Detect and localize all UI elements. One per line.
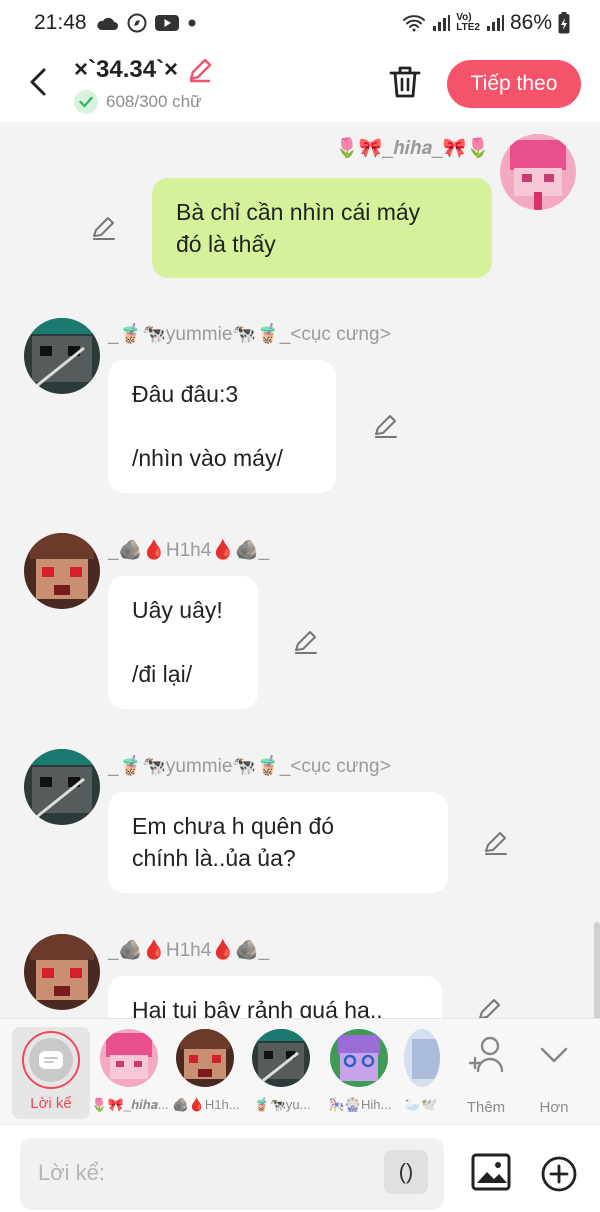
scrollbar[interactable]: [594, 922, 600, 1018]
plus-circle-icon: [541, 1156, 577, 1192]
network-lte: LTE2: [456, 22, 480, 33]
avatar: [330, 1029, 388, 1087]
message-sender: _🪨🩸H1h4🩸🪨_: [108, 940, 270, 961]
status-bar: 21:48 Vo) LTE2 86%: [0, 0, 600, 46]
character-name: 🦢🕊️: [404, 1097, 438, 1112]
more-button[interactable]: Hơn: [524, 1029, 584, 1119]
message-sender: _🧋🐄yummie🐄🧋_<cục cưng>: [108, 324, 391, 345]
message-icon: [39, 1051, 63, 1069]
title-area: ×`34.34`× 608/300 chữ: [74, 56, 214, 114]
add-label: Thêm: [466, 1099, 506, 1116]
avatar: [252, 1029, 310, 1087]
next-button[interactable]: Tiếp theo: [447, 60, 581, 108]
pencil-icon: [375, 415, 397, 438]
avatar[interactable]: [500, 134, 576, 210]
chat-area[interactable]: 🌷🎀_𝒉𝒊𝒉𝒂_🎀🌷 Bà chỉ cần nhìn cái máy đó là…: [0, 122, 600, 1018]
image-icon: [471, 1153, 511, 1191]
pencil-icon: [93, 217, 115, 240]
avatar: [176, 1029, 234, 1087]
notification-dot-icon: [187, 18, 197, 28]
character-name: 🧋🐄yu...: [253, 1097, 311, 1112]
message-sender: _🧋🐄yummie🐄🧋_<cục cưng>: [108, 756, 391, 777]
pencil-icon: [479, 999, 500, 1018]
add-person-icon: [468, 1036, 504, 1073]
character-selector: Lời kể 🌷🎀_𝒉𝒊𝒉𝒂... 🪨🩸H1h... 🧋🐄yu... 🎠🎡Hih…: [0, 1018, 600, 1124]
back-arrow-icon: [30, 68, 46, 96]
character-name: 🪨🩸H1h...: [172, 1097, 240, 1112]
input-bar: Lời kể: (): [0, 1124, 600, 1212]
avatar[interactable]: [404, 1029, 440, 1087]
character-item[interactable]: 🪨🩸H1h...: [166, 1029, 246, 1121]
edit-message-button[interactable]: [292, 628, 320, 656]
wifi-icon: [402, 14, 426, 32]
avatar[interactable]: [24, 533, 100, 609]
edit-message-button[interactable]: [90, 214, 118, 242]
check-icon: [74, 90, 98, 114]
character-item[interactable]: 🌷🎀_𝒉𝒊𝒉𝒂...: [90, 1029, 170, 1121]
battery-percent: 86%: [509, 11, 552, 34]
header: ×`34.34`× 608/300 chữ Tiếp theo: [0, 46, 600, 122]
pencil-icon: [295, 631, 317, 654]
edit-message-button[interactable]: [476, 996, 504, 1018]
narrator-button[interactable]: Lời kể: [12, 1027, 90, 1119]
pencil-icon: [485, 832, 507, 855]
input-placeholder: Lời kể:: [38, 1160, 106, 1185]
chevron-down-icon: [540, 1047, 568, 1063]
edit-message-button[interactable]: [372, 412, 400, 440]
narrator-icon-holder: [29, 1038, 73, 1082]
message-sender: 🌷🎀_𝒉𝒊𝒉𝒂_🎀🌷: [335, 138, 490, 159]
avatar: [100, 1029, 158, 1087]
message-bubble[interactable]: Đâu đâu:3 /nhìn vào máy/: [108, 360, 336, 493]
edit-title-button[interactable]: [186, 56, 214, 84]
message-bubble[interactable]: Hai tụi bây rảnh quá ha..: [108, 976, 442, 1018]
character-name: 🎠🎡Hih...: [328, 1097, 392, 1112]
add-character-button[interactable]: Thêm: [456, 1029, 516, 1119]
character-item[interactable]: 🎠🎡Hih...: [320, 1029, 400, 1121]
narrator-label: Lời kể: [30, 1095, 72, 1112]
add-button[interactable]: [540, 1155, 578, 1193]
signal-icon-2: [486, 14, 504, 32]
character-item[interactable]: 🧋🐄yu...: [242, 1029, 322, 1121]
youtube-icon: [154, 14, 179, 32]
network-type: Vo) LTE2: [456, 13, 480, 33]
page-title: ×`34.34`×: [74, 56, 179, 83]
status-time: 21:48: [34, 11, 87, 34]
avatar[interactable]: [24, 318, 100, 394]
delete-button[interactable]: [388, 64, 422, 100]
image-button[interactable]: [470, 1151, 512, 1193]
back-button[interactable]: [22, 64, 54, 100]
avatar[interactable]: [24, 749, 100, 825]
message-input[interactable]: Lời kể: (): [20, 1138, 444, 1210]
signal-icon: [432, 14, 451, 32]
message-sender: _🪨🩸H1h4🩸🪨_: [108, 540, 270, 561]
char-count: 608/300 chữ: [106, 92, 202, 111]
narrator-ring: [22, 1031, 80, 1089]
pencil-icon: [189, 58, 212, 83]
character-name: 🌷🎀_𝒉𝒊𝒉𝒂...: [91, 1097, 169, 1112]
message-bubble[interactable]: Uây uây! /đi lại/: [108, 576, 258, 709]
cloud-icon: [95, 15, 119, 31]
compass-icon: [127, 13, 147, 33]
message-bubble[interactable]: Bà chỉ cần nhìn cái máy đó là thấy: [152, 178, 492, 278]
avatar[interactable]: [24, 934, 100, 1010]
battery-charging-icon: [558, 12, 570, 34]
parentheses-button[interactable]: (): [384, 1150, 428, 1194]
more-label: Hơn: [539, 1099, 569, 1116]
message-bubble[interactable]: Em chưa h quên đó chính là..ủa ủa?: [108, 792, 448, 893]
edit-message-button[interactable]: [482, 829, 510, 857]
trash-icon: [389, 66, 421, 98]
